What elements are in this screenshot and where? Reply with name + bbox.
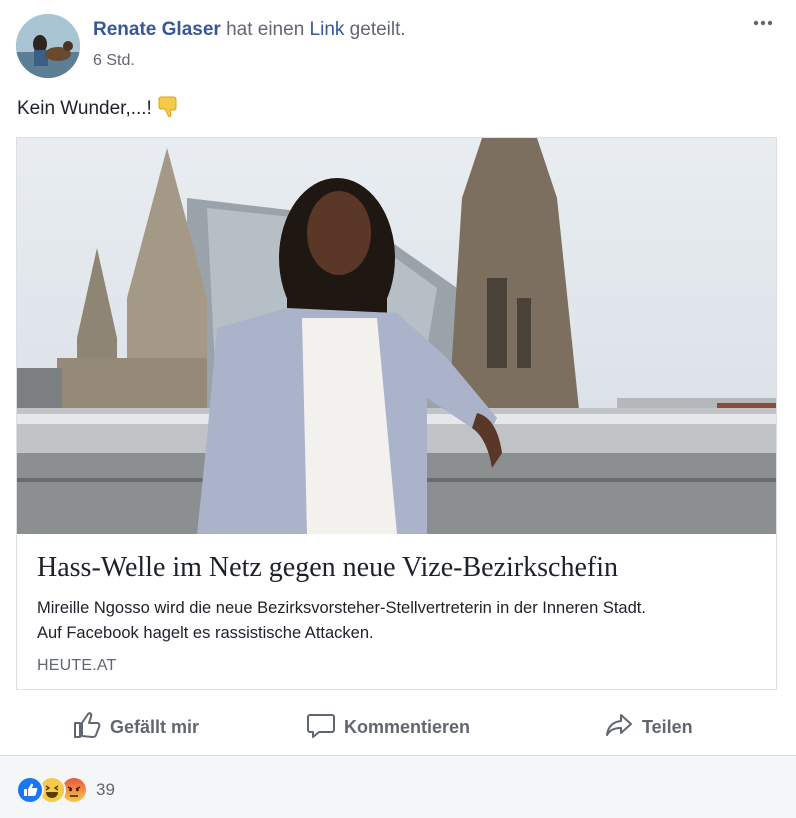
link-preview-title[interactable]: Hass-Welle im Netz gegen neue Vize-Bezir…	[37, 552, 618, 584]
avatar-photo	[16, 14, 80, 78]
description-line: Mireille Ngosso wird die neue Bezirksvor…	[37, 599, 646, 617]
reactions-footer: 39	[0, 756, 796, 818]
link-preview-description: Mireille Ngosso wird die neue Bezirksvor…	[37, 596, 757, 646]
action-text: hat einen	[220, 19, 310, 40]
share-label: Teilen	[642, 717, 693, 737]
post-message: Kein Wunder,...!	[17, 94, 184, 124]
link-preview-card[interactable]: Hass-Welle im Netz gegen neue Vize-Bezir…	[16, 137, 777, 690]
post-actions-bar: Gefällt mir Kommentieren Teilen	[0, 700, 796, 748]
share-button[interactable]: Teilen	[604, 710, 693, 745]
more-options-icon[interactable]	[752, 12, 774, 40]
author-name[interactable]: Renate Glaser	[93, 19, 221, 40]
reaction-count[interactable]: 39	[96, 780, 115, 800]
link-preview-domain: HEUTE.AT	[37, 657, 117, 674]
post-message-text: Kein Wunder,...!	[17, 98, 152, 120]
action-text-end: geteilt.	[344, 19, 406, 40]
share-arrow-icon	[604, 710, 634, 745]
shared-link-label[interactable]: Link	[310, 19, 345, 40]
thumbs-down-icon	[158, 94, 184, 124]
like-label: Gefällt mir	[110, 717, 200, 737]
description-line: Auf Facebook hagelt es rassistische Atta…	[37, 624, 374, 642]
author-avatar[interactable]	[16, 14, 80, 78]
facebook-post: Renate Glaser hat einen Link geteilt. 6 …	[0, 0, 796, 818]
post-timestamp[interactable]: 6 Std.	[93, 52, 135, 70]
comment-label: Kommentieren	[344, 717, 471, 737]
thumbs-up-icon	[72, 710, 102, 745]
link-preview-image[interactable]	[17, 138, 776, 534]
reactions-summary[interactable]: 39	[16, 776, 115, 804]
like-icon	[16, 776, 44, 804]
post-header-line: Renate Glaser hat einen Link geteilt.	[93, 19, 406, 41]
like-button[interactable]: Gefällt mir	[72, 710, 199, 745]
comment-bubble-icon	[306, 710, 336, 745]
comment-button[interactable]: Kommentieren	[306, 710, 470, 745]
